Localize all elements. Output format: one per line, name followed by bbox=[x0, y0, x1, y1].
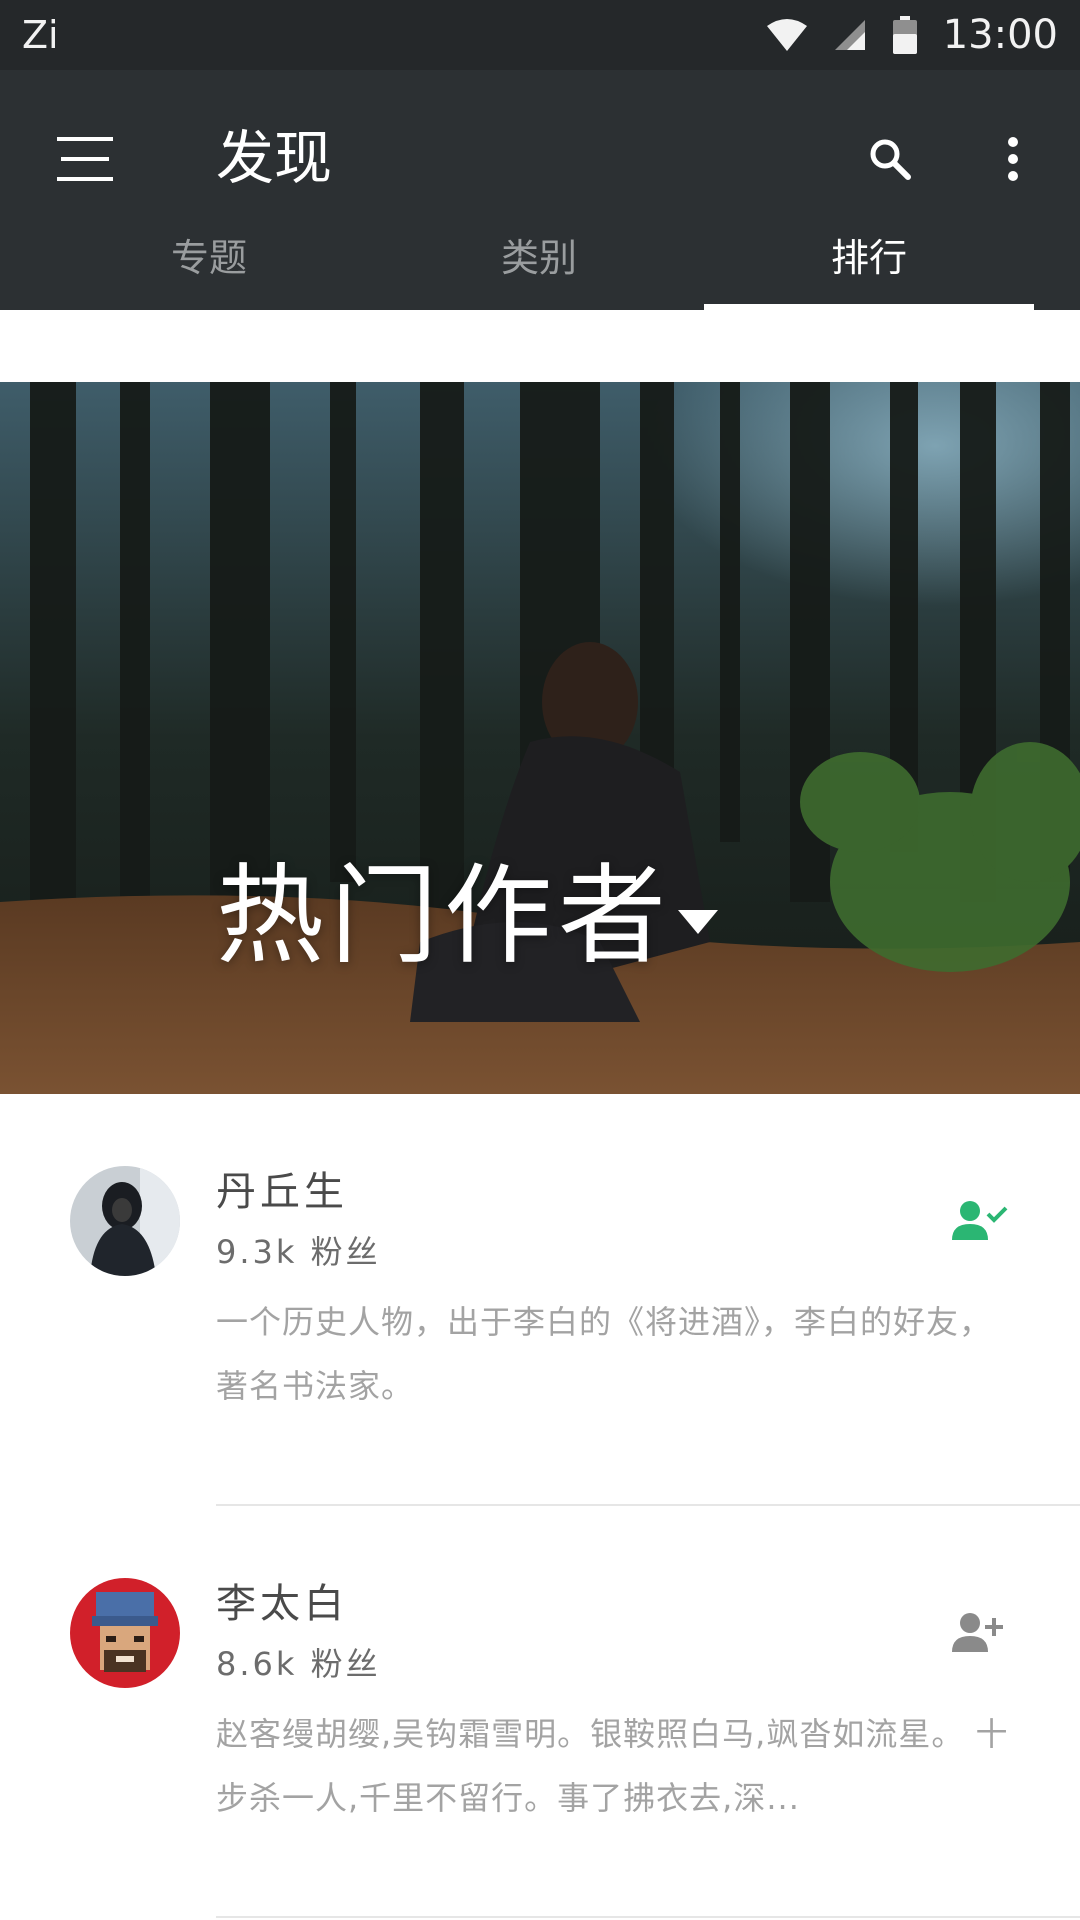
person-check-icon bbox=[952, 1201, 1008, 1240]
tab-label: 排行 bbox=[830, 236, 907, 280]
tab-topics[interactable]: 专题 bbox=[44, 230, 374, 310]
person-add-icon bbox=[952, 1613, 1003, 1652]
cell-signal-icon bbox=[834, 20, 865, 50]
tab-label: 类别 bbox=[500, 236, 577, 280]
app-bar: 发现 专题 类别 排行 bbox=[0, 70, 1080, 310]
status-icons: 13:00 bbox=[766, 0, 1058, 70]
tab-active-indicator bbox=[704, 304, 1034, 310]
wifi-icon bbox=[766, 19, 807, 51]
author-bio: 赵客缦胡缨,吴钩霜雪明。银鞍照白马,飒沓如流星。 十步杀一人,千里不留行。事了拂… bbox=[216, 1715, 1009, 1817]
more-vert-icon bbox=[1008, 137, 1018, 181]
hero-forest-image bbox=[0, 382, 1080, 1094]
status-time: 13:00 bbox=[942, 12, 1058, 58]
menu-button[interactable] bbox=[40, 114, 130, 204]
author-name[interactable]: 丹丘生 bbox=[216, 1164, 348, 1220]
author-followers: 9.3k 粉丝 bbox=[216, 1233, 381, 1271]
search-button[interactable] bbox=[845, 114, 935, 204]
more-options-button[interactable] bbox=[968, 114, 1058, 204]
hero-banner: 热门作者 bbox=[0, 382, 1080, 1094]
status-bar: Zi 13:00 bbox=[0, 0, 1080, 70]
hero-title[interactable]: 热门作者 bbox=[216, 852, 719, 982]
divider bbox=[216, 1916, 1080, 1918]
status-app-label: Zi bbox=[22, 13, 59, 57]
hero-title-text: 热门作者 bbox=[216, 854, 673, 979]
tab-ranking[interactable]: 排行 bbox=[704, 230, 1034, 310]
menu-icon bbox=[57, 137, 113, 181]
author-followers: 8.6k 粉丝 bbox=[216, 1645, 381, 1683]
follow-button[interactable] bbox=[944, 1596, 1016, 1668]
tab-categories[interactable]: 类别 bbox=[374, 230, 704, 310]
search-icon bbox=[870, 139, 911, 180]
avatar-hooded-figure bbox=[70, 1166, 180, 1276]
battery-icon bbox=[892, 16, 917, 54]
author-bio: 一个历史人物，出于李白的《将进酒》，李白的好友，著名书法家。 bbox=[216, 1303, 993, 1405]
page-title: 发现 bbox=[216, 124, 333, 192]
avatar-pixel-man bbox=[70, 1578, 180, 1688]
triangle-down-icon bbox=[678, 910, 719, 934]
author-name[interactable]: 李太白 bbox=[216, 1576, 348, 1632]
tab-label: 专题 bbox=[170, 236, 247, 280]
avatar[interactable] bbox=[70, 1578, 180, 1688]
following-button[interactable] bbox=[944, 1184, 1016, 1256]
author-list-item[interactable]: 丹丘生 9.3k 粉丝 一个历史人物，出于李白的《将进酒》，李白的好友，著名书法… bbox=[0, 1094, 1080, 1506]
author-list-item[interactable]: 李太白 8.6k 粉丝 赵客缦胡缨,吴钩霜雪明。银鞍照白马,飒沓如流星。 十步杀… bbox=[0, 1506, 1080, 1918]
tab-bar: 专题 类别 排行 bbox=[44, 230, 1036, 310]
avatar[interactable] bbox=[70, 1166, 180, 1276]
